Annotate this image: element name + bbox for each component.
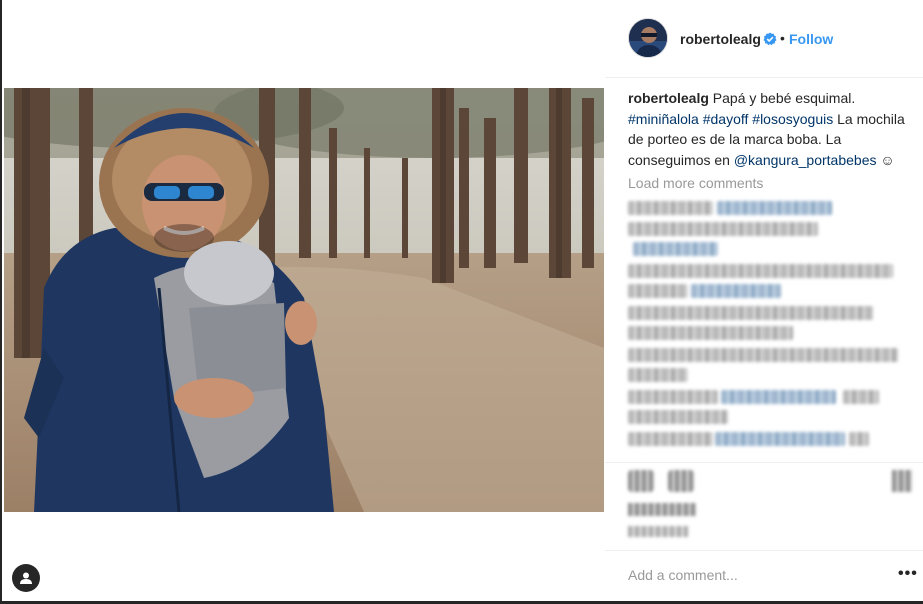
redacted-comment <box>843 390 879 404</box>
redacted-comment <box>628 410 728 424</box>
redacted-comment <box>628 306 873 320</box>
photo-illustration <box>4 88 604 512</box>
redacted-comment <box>633 242 718 256</box>
post-actions <box>605 462 923 550</box>
avatar[interactable] <box>628 18 668 58</box>
load-more-comments-button[interactable]: Load more comments <box>628 175 908 191</box>
caption-author[interactable]: robertolealg <box>628 90 709 106</box>
redacted-comment <box>628 201 713 215</box>
instagram-post-modal: robertolealg • Follow robertolealg Papá … <box>0 0 923 604</box>
user-tag-icon <box>20 572 32 584</box>
redacted-comment <box>628 432 713 446</box>
likes-count[interactable] <box>628 503 696 516</box>
more-options-button[interactable]: ••• <box>898 564 918 584</box>
photo-column <box>4 0 604 601</box>
redacted-comment <box>628 264 893 278</box>
hashtag-link[interactable]: #miniñalola <box>628 111 699 127</box>
post-sidebar: robertolealg • Follow robertolealg Papá … <box>605 0 923 601</box>
post-photo[interactable] <box>4 88 604 512</box>
like-icon[interactable] <box>628 470 654 492</box>
avatar-image <box>629 19 667 57</box>
bookmark-icon[interactable] <box>892 470 912 492</box>
comments-section: robertolealg Papá y bebé esquimal. #mini… <box>628 88 908 191</box>
post-header: robertolealg • Follow <box>605 0 923 78</box>
user-tag-button[interactable] <box>12 564 40 592</box>
header-separator: • <box>780 30 785 46</box>
post-username[interactable]: robertolealg <box>680 31 761 47</box>
redacted-comment <box>628 368 688 382</box>
add-comment-bar: ••• <box>605 550 923 601</box>
smile-emoji: ☺ <box>880 151 895 168</box>
redacted-comment <box>715 432 845 446</box>
redacted-comment <box>849 432 869 446</box>
redacted-comment <box>691 284 781 298</box>
follow-button[interactable]: Follow <box>789 31 833 47</box>
comment-icon[interactable] <box>668 470 694 492</box>
redacted-comment <box>628 222 818 236</box>
redacted-comment <box>721 390 836 404</box>
post-timestamp <box>628 526 688 537</box>
post-caption: robertolealg Papá y bebé esquimal. #mini… <box>628 88 908 170</box>
hashtag-link[interactable]: #dayoff <box>703 111 749 127</box>
add-comment-input[interactable] <box>628 566 878 584</box>
mention-link[interactable]: @kangura_portabebes <box>734 152 877 168</box>
redacted-comment <box>628 326 793 340</box>
caption-text-1: Papá y bebé esquimal. <box>712 90 856 106</box>
redacted-comment <box>628 390 718 404</box>
redacted-comment <box>717 201 832 215</box>
redacted-comment <box>628 348 898 362</box>
hashtag-link[interactable]: #lososyoguis <box>752 111 833 127</box>
redacted-comment <box>628 284 688 298</box>
verified-badge-icon <box>763 32 777 46</box>
